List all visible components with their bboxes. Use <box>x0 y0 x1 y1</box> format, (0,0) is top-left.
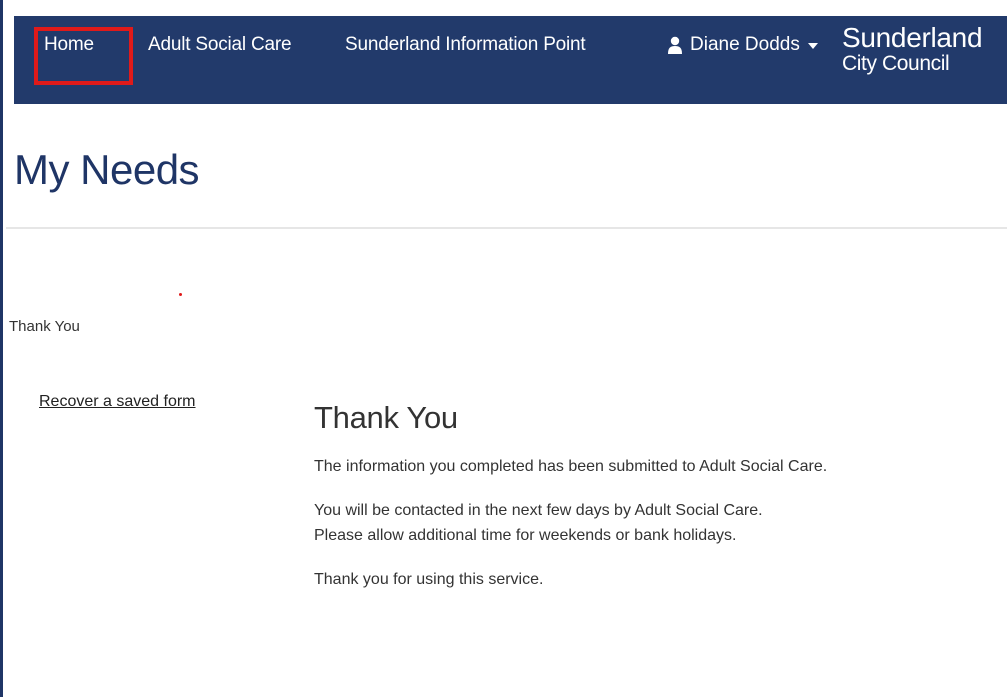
thank-you-heading: Thank You <box>314 400 458 435</box>
recover-saved-form-link[interactable]: Recover a saved form <box>39 393 196 411</box>
red-dot-marker <box>179 293 182 296</box>
submitted-message: The information you completed has been s… <box>314 458 828 475</box>
navbar: Home Adult Social Care Sunderland Inform… <box>14 16 1007 104</box>
chevron-down-icon <box>807 43 818 49</box>
page-title: My Needs <box>14 146 200 193</box>
brand-line2: City Council <box>842 52 950 75</box>
divider <box>6 227 1007 229</box>
nav-home-link[interactable]: Home <box>44 34 94 56</box>
page: Home Adult Social Care Sunderland Inform… <box>0 0 1007 697</box>
nav-information-point-link[interactable]: Sunderland Information Point <box>345 34 586 56</box>
breadcrumb: Thank You <box>9 318 80 335</box>
nav-adult-social-care-link[interactable]: Adult Social Care <box>148 34 292 56</box>
thank-you-content: Thank You The information you completed … <box>314 400 994 592</box>
contact-message: You will be contacted in the next few da… <box>314 502 763 519</box>
thanks-message: Thank you for using this service. <box>314 571 544 588</box>
allow-time-message: Please allow additional time for weekend… <box>314 527 737 544</box>
top-area: Home Adult Social Care Sunderland Inform… <box>3 0 1007 104</box>
brand-line1: Sunderland <box>842 22 983 53</box>
brand-logo[interactable]: Sunderland City Council <box>842 22 983 75</box>
user-icon <box>668 36 682 54</box>
user-name: Diane Dodds <box>690 34 800 55</box>
user-menu[interactable]: Diane Dodds <box>668 34 818 56</box>
